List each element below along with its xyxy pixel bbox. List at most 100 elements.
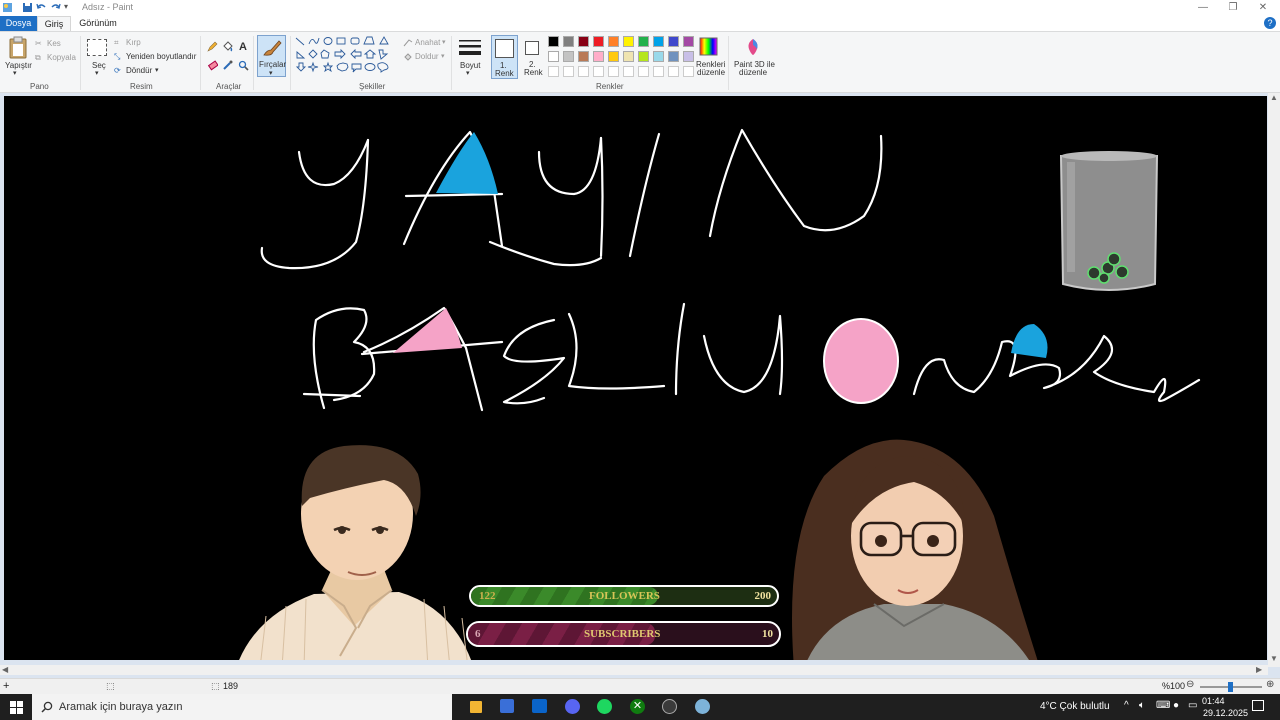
weather-text[interactable]: 4°C Çok bulutlu [1040,701,1110,712]
clock-time[interactable]: 01:44 [1202,696,1225,706]
zoom-out-icon[interactable]: ⊖ [1186,679,1194,690]
resize-button[interactable]: Yeniden boyutlandır [126,52,196,61]
save-icon[interactable] [22,2,33,13]
scroll-right-icon[interactable]: ▶ [1256,665,1262,674]
paint-taskbar-icon[interactable] [695,699,710,714]
outlook-icon[interactable] [532,699,547,713]
scroll-left-icon[interactable]: ◀ [2,665,8,674]
outline-dropdown-icon[interactable]: ▾ [442,38,446,46]
size-icon[interactable] [458,38,482,58]
keyboard-icon[interactable]: ⌨︎ [1156,700,1170,711]
palette-color-swatch[interactable] [563,51,574,62]
custom-color-slot[interactable] [608,66,619,77]
rotate-button[interactable]: Döndür [126,66,152,75]
custom-color-slot[interactable] [623,66,634,77]
size-dropdown-icon[interactable]: ▾ [466,69,470,77]
palette-color-swatch[interactable] [668,36,679,47]
horizontal-scrollbar[interactable]: ◀ ▶ [0,665,1268,675]
palette-color-swatch[interactable] [548,36,559,47]
tab-view[interactable]: Görünüm [75,16,121,31]
eraser-icon[interactable] [207,60,218,71]
close-button[interactable]: ✕ [1248,1,1278,15]
zoom-slider-thumb[interactable] [1228,682,1233,692]
brushes-button[interactable]: Fırçalar ▾ [257,35,286,77]
color-picker-icon[interactable] [222,60,233,71]
windows-start-icon[interactable] [10,701,23,714]
palette-color-swatch[interactable] [578,51,589,62]
vertical-scrollbar[interactable]: ▲ ▼ [1268,93,1280,667]
custom-color-slot[interactable] [653,66,664,77]
custom-color-slot[interactable] [683,66,694,77]
clock-date[interactable]: 29.12.2025 [1203,708,1248,718]
paint3d-icon[interactable] [743,37,763,57]
microphone-icon[interactable]: ● [1173,700,1179,711]
palette-color-swatch[interactable] [548,51,559,62]
volume-icon[interactable]: 🔈︎ [1139,700,1145,711]
palette-color-swatch[interactable] [653,36,664,47]
palette-color-swatch[interactable] [578,36,589,47]
notifications-icon[interactable] [1252,700,1264,711]
palette-color-swatch[interactable] [668,51,679,62]
tab-home[interactable]: Giriş [37,16,71,31]
palette-color-swatch[interactable] [608,36,619,47]
taskbar-search-box[interactable]: Aramak için buraya yazın [32,694,452,720]
fill-icon[interactable] [222,41,233,52]
battery-icon[interactable]: ▭ [1188,700,1197,711]
crop-button[interactable]: Kırp [126,38,141,47]
color2-button[interactable]: 2. Renk [522,35,544,79]
palette-color-swatch[interactable] [638,51,649,62]
palette-color-swatch[interactable] [638,36,649,47]
edit-colors-icon[interactable] [699,37,718,56]
fill-shape-button[interactable]: Doldur [415,52,439,61]
select-dropdown-icon[interactable]: ▾ [95,69,99,77]
palette-color-swatch[interactable] [653,51,664,62]
paint3d-label-b[interactable]: düzenle [739,68,767,77]
show-hidden-icons-icon[interactable]: ^ [1124,700,1129,711]
scroll-up-icon[interactable]: ▲ [1270,93,1278,102]
custom-color-slot[interactable] [548,66,559,77]
fill-shape-dropdown-icon[interactable]: ▾ [441,52,445,60]
shapes-gallery[interactable] [295,36,395,78]
edit-colors-label-b[interactable]: düzenle [697,68,725,77]
scroll-down-icon[interactable]: ▼ [1270,654,1278,663]
outline-button[interactable]: Anahat [415,38,440,47]
obs-icon[interactable] [662,699,677,714]
undo-icon[interactable] [36,2,47,13]
discord-icon[interactable] [565,699,580,714]
palette-color-swatch[interactable] [593,51,604,62]
help-icon[interactable]: ? [1264,17,1276,29]
cut-button[interactable]: Kes [47,39,61,48]
magnifier-icon[interactable] [238,60,249,71]
palette-color-swatch[interactable] [623,51,634,62]
select-icon[interactable] [87,39,107,56]
paste-icon[interactable] [8,36,28,60]
pencil-icon[interactable] [207,41,218,52]
color1-button[interactable]: 1. Renk [491,35,518,79]
size-label[interactable]: Boyut [460,61,480,70]
drawing-canvas[interactable]: 122 FOLLOWERS 200 6 SUBSCRIBERS 10 [4,96,1267,660]
custom-color-slot[interactable] [578,66,589,77]
palette-color-swatch[interactable] [683,51,694,62]
tab-file[interactable]: Dosya [0,16,37,31]
palette-color-swatch[interactable] [608,51,619,62]
copy-button[interactable]: Kopyala [47,53,76,62]
quick-access-dropdown-icon[interactable]: ▾ [64,2,68,11]
store-icon[interactable] [500,699,514,713]
palette-color-swatch[interactable] [563,36,574,47]
xbox-icon[interactable]: ✕ [630,699,645,714]
custom-color-slot[interactable] [593,66,604,77]
text-tool-icon[interactable]: A [239,41,247,53]
zoom-in-icon[interactable]: ⊕ [1266,679,1274,690]
custom-color-slot[interactable] [638,66,649,77]
custom-color-slot[interactable] [563,66,574,77]
paste-dropdown-icon[interactable]: ▾ [13,69,17,77]
maximize-button[interactable]: ❐ [1218,1,1248,15]
rotate-dropdown-icon[interactable]: ▾ [155,66,159,74]
redo-icon[interactable] [50,2,61,13]
paste-label[interactable]: Yapıştır [5,61,32,70]
custom-color-slot[interactable] [668,66,679,77]
spotify-icon[interactable] [597,699,612,714]
palette-color-swatch[interactable] [623,36,634,47]
palette-color-swatch[interactable] [593,36,604,47]
palette-color-swatch[interactable] [683,36,694,47]
